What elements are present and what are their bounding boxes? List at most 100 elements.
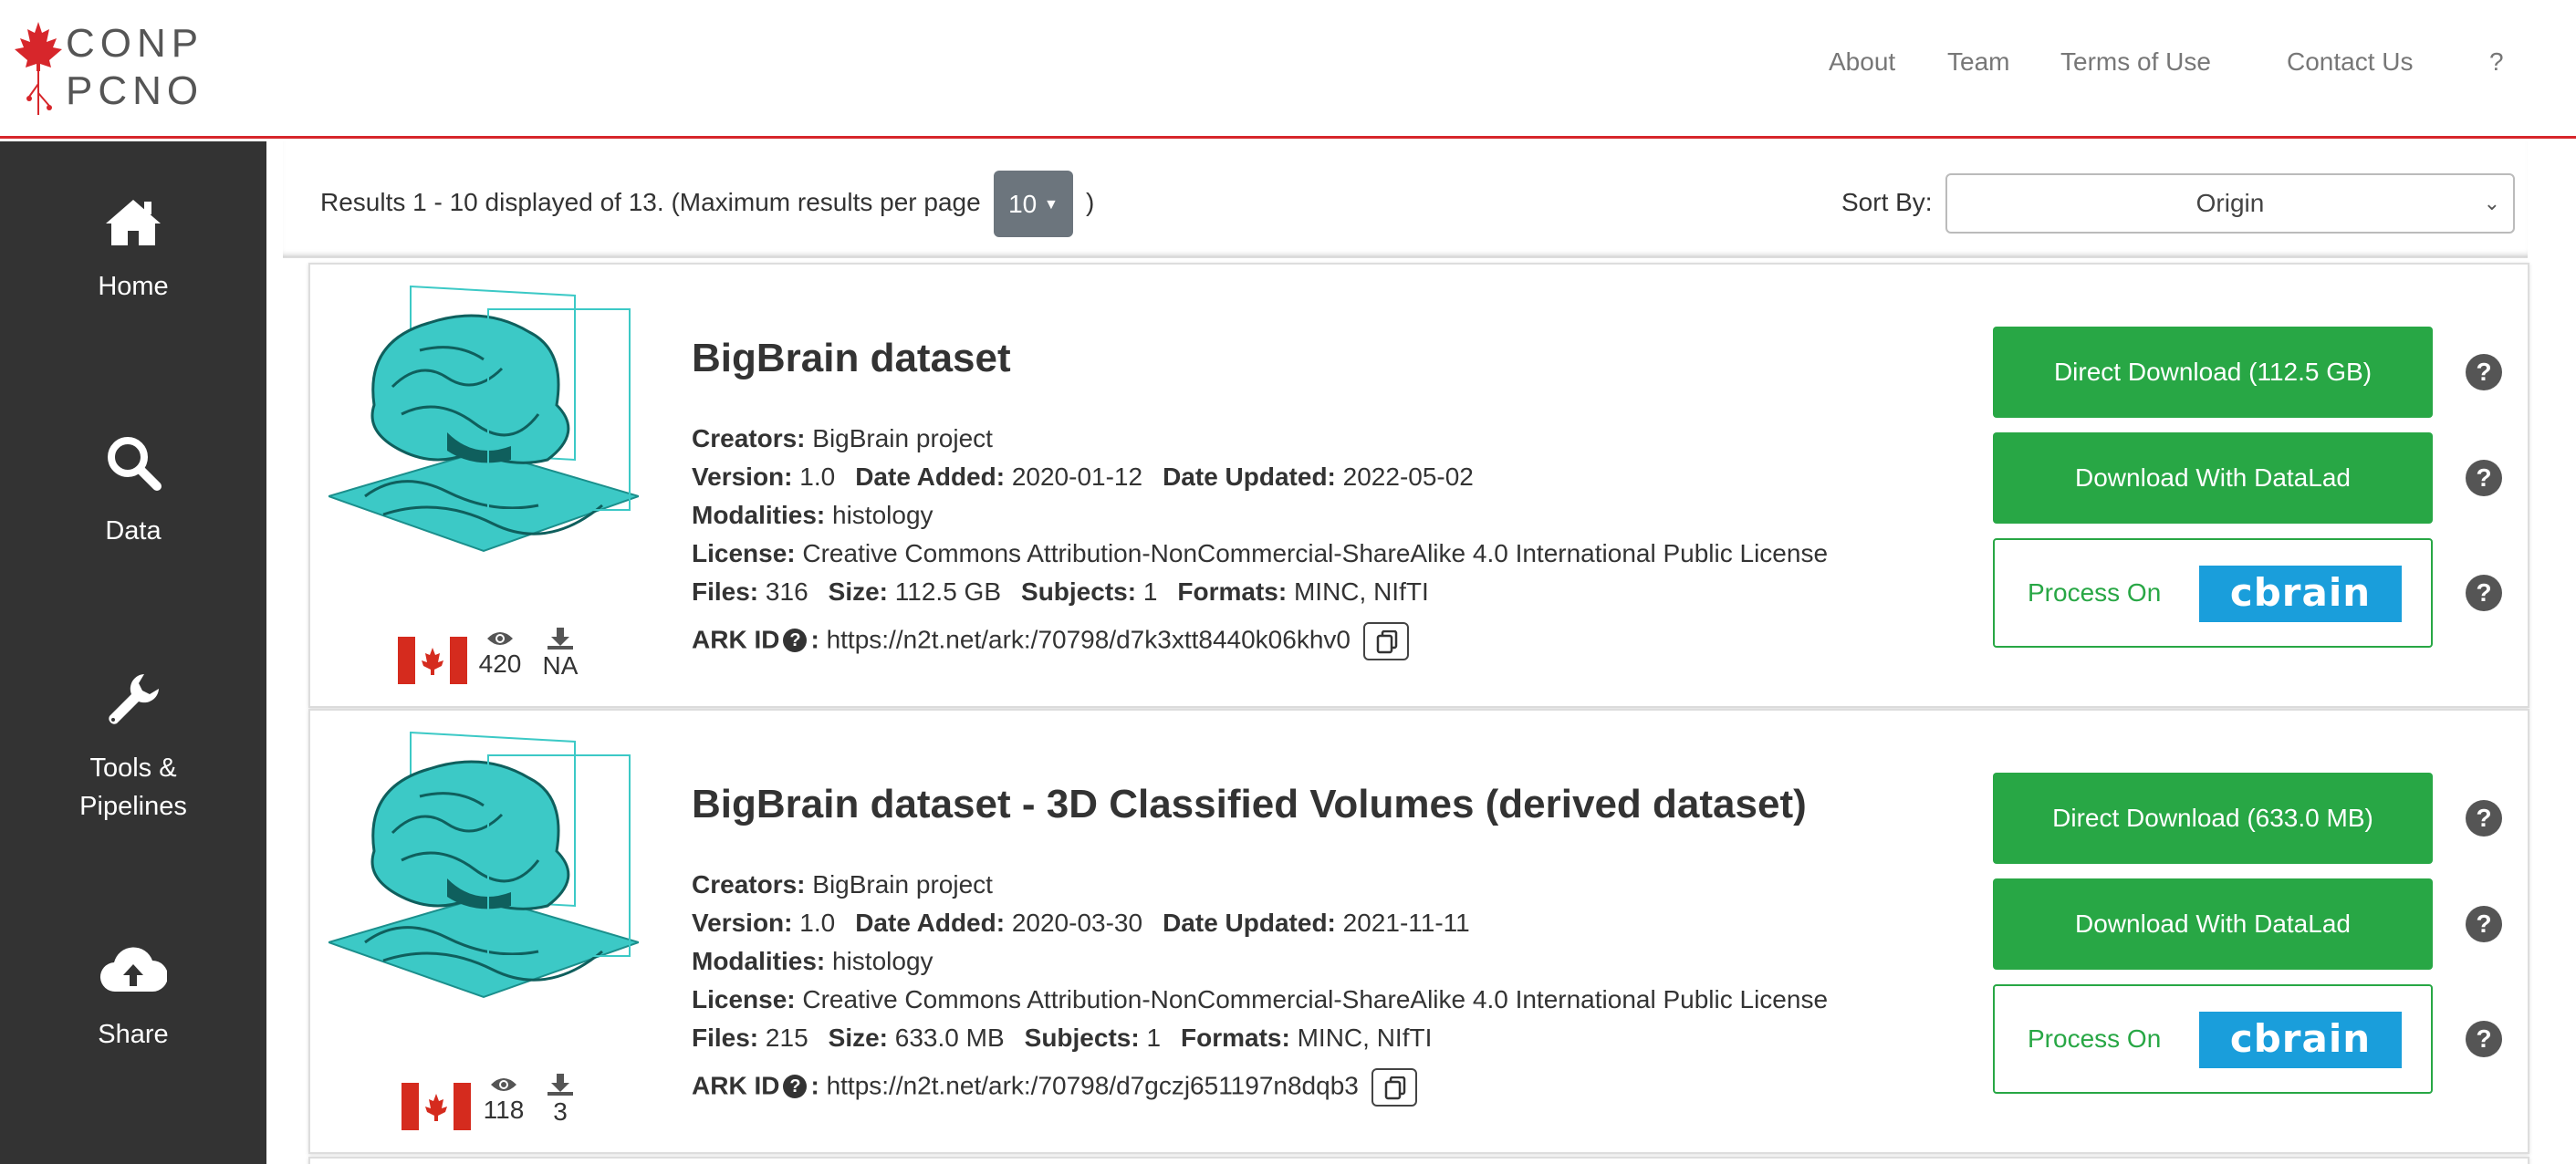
- top-header: CONP PCNO About Team Terms of Use Contac…: [0, 0, 2576, 139]
- download-icon: [548, 1074, 573, 1096]
- formats-label: Formats:: [1177, 577, 1288, 606]
- nav-team[interactable]: Team: [1947, 47, 2009, 77]
- subjects-label: Subjects:: [1024, 1024, 1140, 1052]
- date-added-label: Date Added:: [855, 909, 1006, 937]
- dataset-thumbnail[interactable]: [329, 277, 639, 606]
- date-added-value: 2020-01-12: [1011, 462, 1143, 491]
- download-with-datalad-button[interactable]: Download With DataLad: [1993, 432, 2433, 524]
- modalities-label: Modalities:: [692, 501, 826, 529]
- process-on-cbrain-button[interactable]: Process On cbrain: [1993, 538, 2433, 648]
- canada-flag-icon: [402, 1083, 471, 1130]
- subjects-value: 1: [1146, 1024, 1162, 1052]
- help-icon[interactable]: ?: [2466, 800, 2502, 837]
- formats-label: Formats:: [1181, 1024, 1290, 1052]
- help-icon[interactable]: ?: [783, 629, 808, 653]
- views-stat: 420: [473, 629, 527, 679]
- caret-down-icon: ▼: [1044, 197, 1059, 213]
- ark-id-label: ARK ID: [692, 1071, 780, 1100]
- sidebar-item-label: Share: [98, 1020, 169, 1049]
- creators-value: BigBrain project: [812, 424, 993, 452]
- size-value: 112.5 GB: [894, 577, 1002, 606]
- date-updated-label: Date Updated:: [1163, 909, 1336, 937]
- nav-about[interactable]: About: [1829, 47, 1895, 77]
- download-icon: [548, 628, 573, 650]
- sidebar-item-label: Data: [105, 516, 162, 546]
- formats-value: MINC, NIfTI: [1293, 577, 1429, 606]
- nav-help[interactable]: ?: [2489, 47, 2504, 77]
- sidebar-item-data[interactable]: Data: [0, 433, 266, 550]
- sort-by-select[interactable]: Origin ⌄: [1945, 173, 2515, 234]
- ark-id-colon: :: [810, 1071, 819, 1100]
- creators-label: Creators:: [692, 870, 806, 899]
- date-added-value: 2020-03-30: [1011, 909, 1143, 937]
- eye-icon: [491, 1078, 516, 1091]
- date-updated-label: Date Updated:: [1163, 462, 1336, 491]
- sidebar-item-share[interactable]: Share: [0, 944, 266, 1054]
- files-value: 316: [765, 577, 808, 606]
- copy-icon: [1384, 1076, 1405, 1100]
- version-value: 1.0: [799, 462, 836, 491]
- creators-label: Creators:: [692, 424, 806, 452]
- ark-id-value[interactable]: https://n2t.net/ark:/70798/d7gczj651197n…: [827, 1071, 1359, 1099]
- date-added-label: Date Added:: [855, 462, 1006, 491]
- license-label: License:: [692, 985, 796, 1013]
- copy-ark-button[interactable]: [1371, 1068, 1417, 1107]
- help-icon[interactable]: ?: [2466, 460, 2502, 496]
- sidebar: Home Data Tools & Pipelines Share: [0, 141, 266, 1164]
- help-icon[interactable]: ?: [2466, 906, 2502, 942]
- search-icon: [108, 437, 162, 491]
- views-stat: 118: [476, 1076, 531, 1125]
- per-page-value: 10: [1008, 190, 1038, 218]
- ark-id-label: ARK ID: [692, 625, 780, 654]
- sidebar-item-label-2: Pipelines: [79, 792, 187, 821]
- license-label: License:: [692, 539, 796, 567]
- sidebar-item-label-1: Tools &: [89, 753, 177, 783]
- sidebar-item-tools-pipelines[interactable]: Tools & Pipelines: [0, 670, 266, 826]
- downloads-count: 3: [553, 1097, 568, 1126]
- canada-flag-icon: [398, 637, 467, 684]
- process-on-label: Process On: [2028, 1024, 2162, 1053]
- results-close-paren: ): [1086, 188, 1095, 216]
- dataset-card: [308, 1157, 2529, 1164]
- copy-icon: [1376, 630, 1397, 654]
- files-label: Files:: [692, 577, 759, 606]
- modalities-value: histology: [832, 501, 933, 529]
- help-icon[interactable]: ?: [783, 1075, 808, 1099]
- dataset-title[interactable]: BigBrain dataset - 3D Classified Volumes…: [692, 782, 1807, 827]
- direct-download-button[interactable]: Direct Download (112.5 GB): [1993, 327, 2433, 418]
- nav-contact-us[interactable]: Contact Us: [2287, 47, 2414, 77]
- conp-logo[interactable]: CONP PCNO: [13, 20, 204, 120]
- modalities-label: Modalities:: [692, 947, 826, 975]
- ark-id-value[interactable]: https://n2t.net/ark:/70798/d7k3xtt8440k0…: [827, 625, 1351, 653]
- per-page-dropdown[interactable]: 10 ▼: [994, 171, 1073, 237]
- size-label: Size:: [828, 577, 888, 606]
- help-icon[interactable]: ?: [2466, 354, 2502, 390]
- views-count: 118: [483, 1096, 525, 1124]
- downloads-stat: NA: [533, 628, 588, 681]
- files-label: Files:: [692, 1024, 759, 1052]
- sort-by-value: Origin: [2195, 189, 2265, 217]
- process-on-cbrain-button[interactable]: Process On cbrain: [1993, 984, 2433, 1094]
- nav-terms-of-use[interactable]: Terms of Use: [2060, 47, 2211, 77]
- version-label: Version:: [692, 909, 793, 937]
- direct-download-button[interactable]: Direct Download (633.0 MB): [1993, 773, 2433, 864]
- formats-value: MINC, NIfTI: [1297, 1024, 1433, 1052]
- results-summary: Results 1 - 10 displayed of 13. (Maximum…: [320, 188, 981, 216]
- sidebar-item-home[interactable]: Home: [0, 196, 266, 306]
- help-icon[interactable]: ?: [2466, 1021, 2502, 1057]
- dataset-title[interactable]: BigBrain dataset: [692, 336, 1011, 381]
- eye-icon: [487, 632, 513, 645]
- copy-ark-button[interactable]: [1362, 622, 1409, 660]
- date-updated-value: 2021-11-11: [1342, 909, 1470, 937]
- modalities-value: histology: [832, 947, 933, 975]
- logo-line-1: CONP: [66, 21, 204, 66]
- cloud-upload-icon: [100, 947, 167, 993]
- cbrain-logo: cbrain: [2199, 566, 2402, 622]
- help-icon[interactable]: ?: [2466, 575, 2502, 611]
- home-icon: [106, 200, 161, 245]
- license-value: Creative Commons Attribution-NonCommerci…: [802, 985, 1829, 1013]
- files-value: 215: [765, 1024, 808, 1052]
- dataset-thumbnail[interactable]: [329, 723, 639, 1052]
- logo-line-2: PCNO: [66, 68, 204, 113]
- download-with-datalad-button[interactable]: Download With DataLad: [1993, 878, 2433, 970]
